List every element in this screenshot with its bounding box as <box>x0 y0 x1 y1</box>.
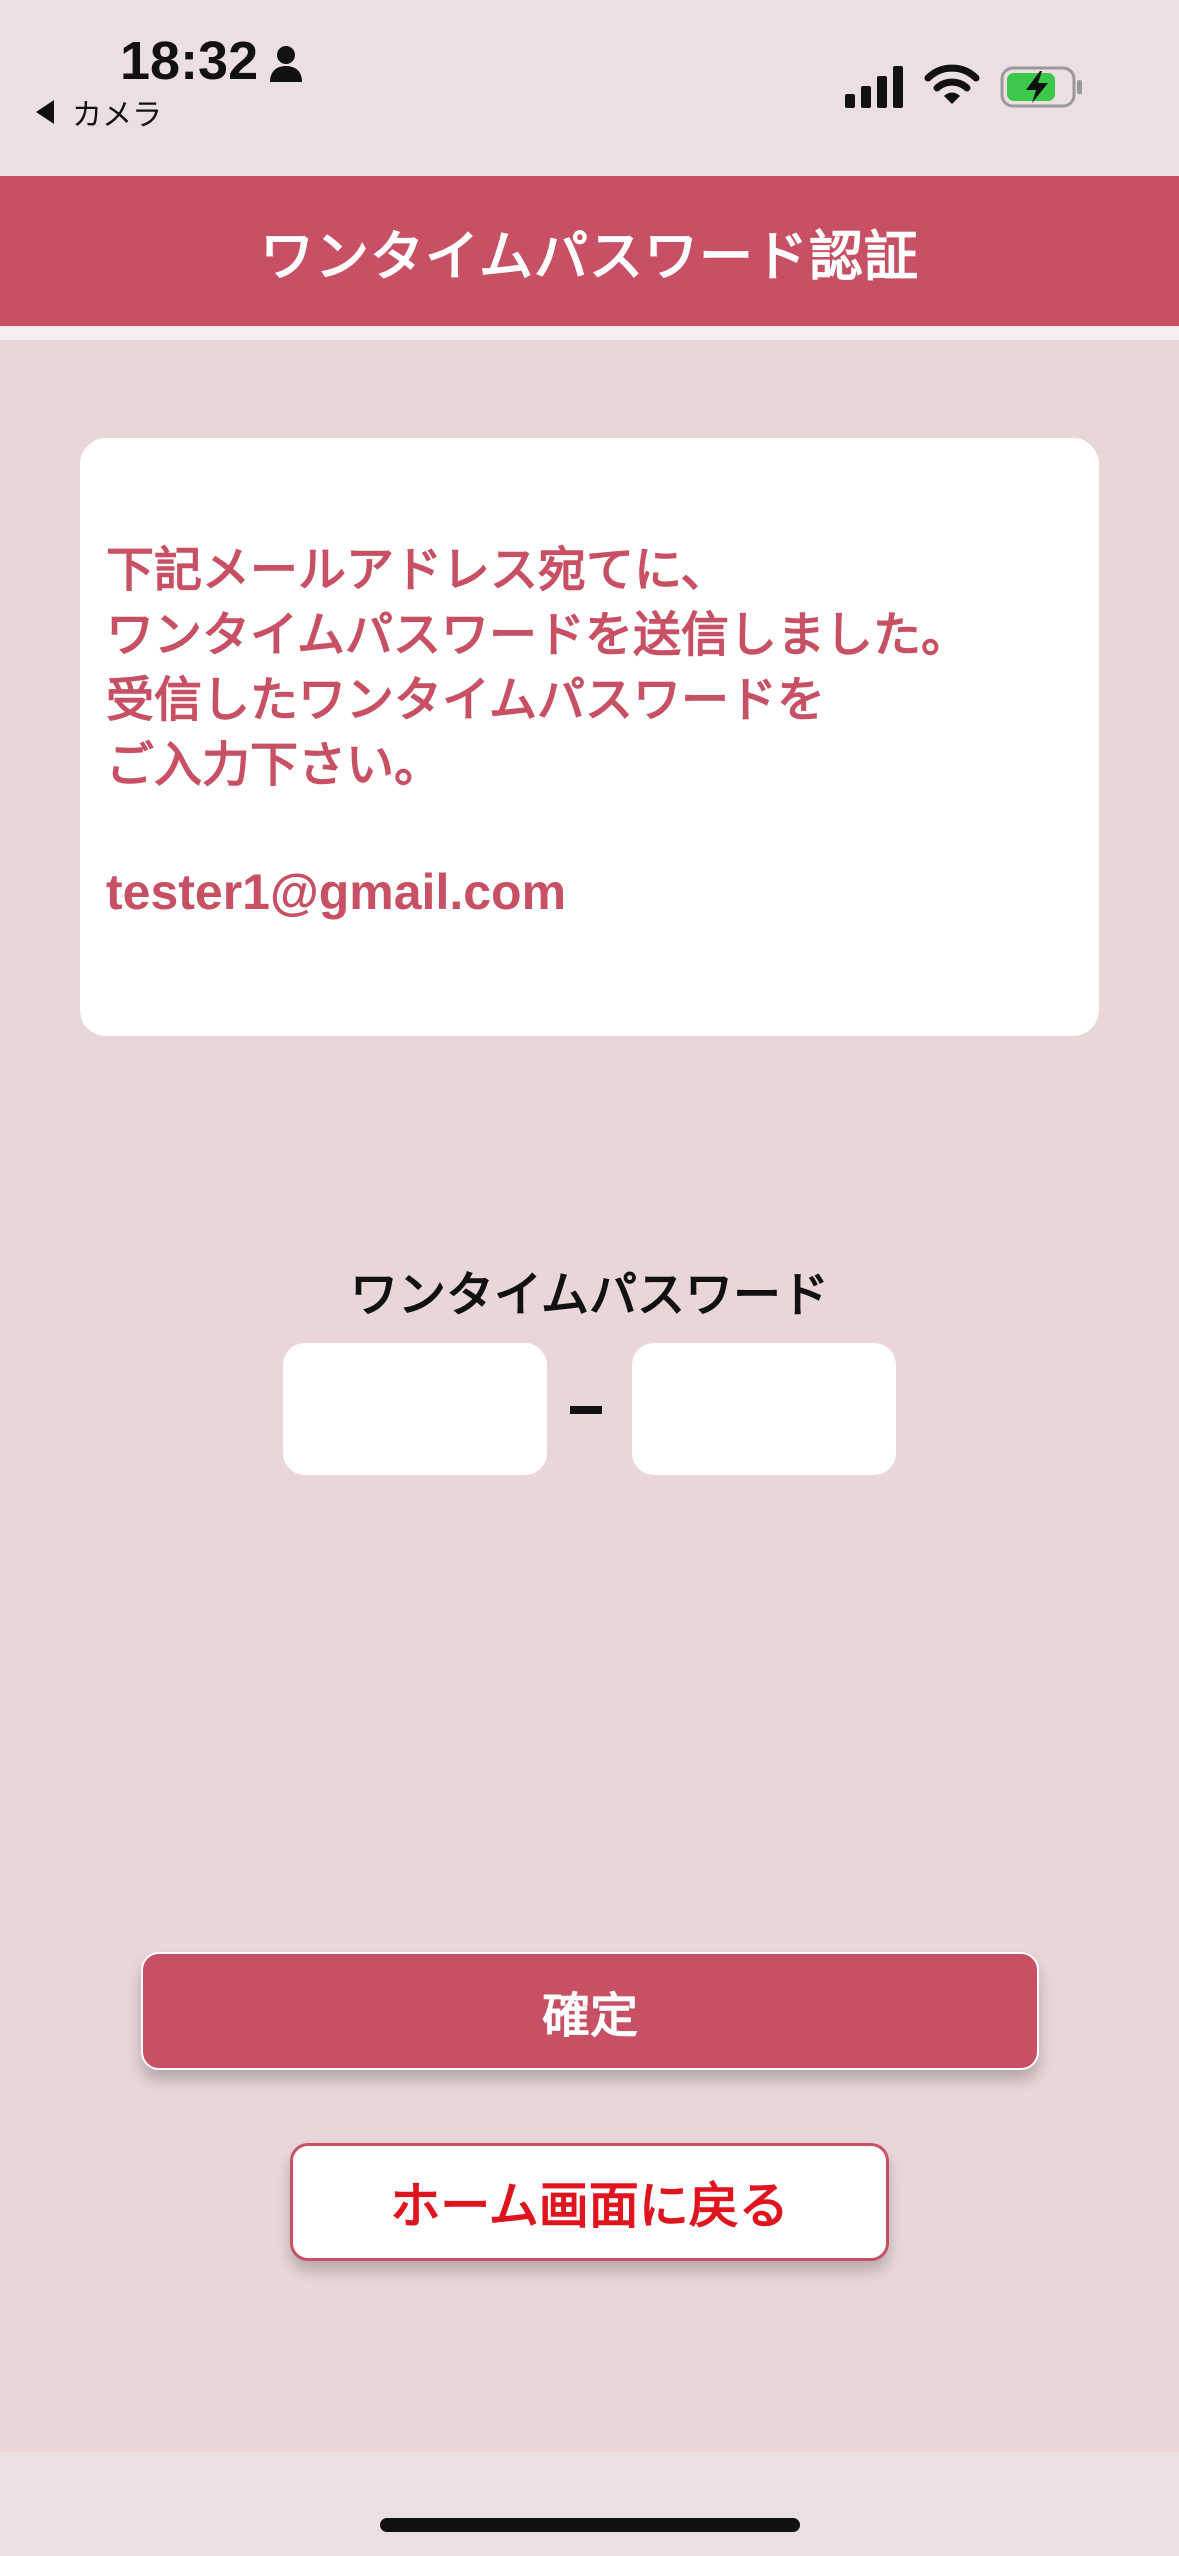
info-line: 受信したワンタイムパスワードを <box>106 672 826 728</box>
home-indicator[interactable] <box>380 2518 800 2532</box>
confirm-button-label: 確定 <box>541 1988 638 2044</box>
otp-separator <box>570 1406 602 1414</box>
person-icon <box>270 46 302 82</box>
info-line: ご入力下さい。 <box>106 737 443 793</box>
confirm-button[interactable]: 確定 <box>141 1952 1039 2070</box>
bottom-bar <box>0 2452 1179 2556</box>
info-card: 下記メールアドレス宛てに、 ワンタイムパスワードを送信しました。 受信したワンタ… <box>80 438 1099 1036</box>
page-title: ワンタイムパスワード認証 <box>260 224 919 288</box>
back-app-label: カメラ <box>72 98 162 133</box>
info-line: ワンタイムパスワードを送信しました。 <box>106 607 970 663</box>
cellular-signal-icon <box>845 66 903 108</box>
back-to-home-button[interactable]: ホーム画面に戻る <box>290 2143 889 2261</box>
back-to-app-link[interactable]: カメラ <box>36 90 162 134</box>
info-line: 下記メールアドレス宛てに、 <box>106 542 729 598</box>
back-arrow-icon <box>36 100 54 124</box>
otp-label: ワンタイムパスワード <box>349 1267 830 1323</box>
wifi-icon <box>924 64 980 104</box>
home-button-label: ホーム画面に戻る <box>390 2177 789 2235</box>
recipient-email: tester1@gmail.com <box>106 864 567 920</box>
otp-input-first[interactable] <box>283 1343 547 1475</box>
battery-charging-icon <box>1000 66 1082 108</box>
app-header: ワンタイムパスワード認証 <box>0 176 1179 326</box>
status-bar: 18:32 カメラ <box>0 0 1179 176</box>
header-divider <box>0 326 1179 340</box>
status-time: 18:32 <box>120 31 259 91</box>
otp-input-second[interactable] <box>632 1343 896 1475</box>
main-content: 下記メールアドレス宛てに、 ワンタイムパスワードを送信しました。 受信したワンタ… <box>0 340 1179 2452</box>
